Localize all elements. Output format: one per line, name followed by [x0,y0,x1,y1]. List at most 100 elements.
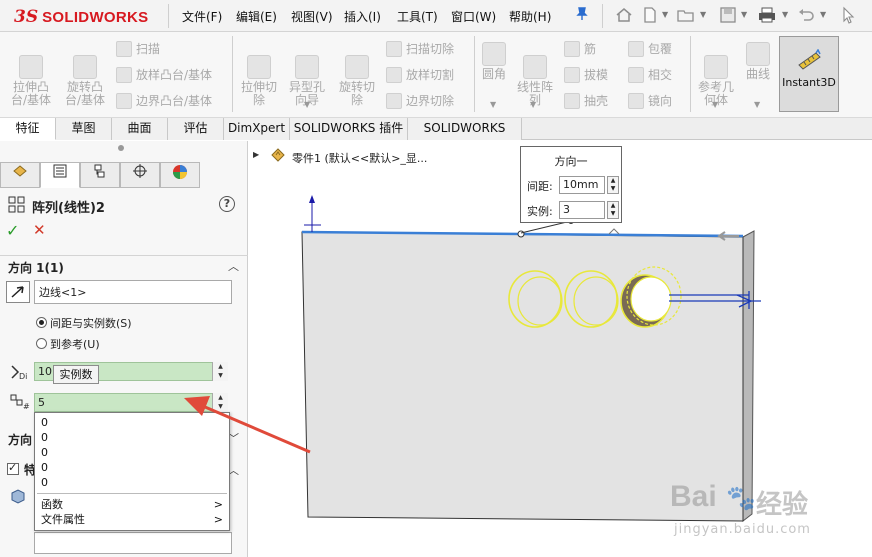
property-manager-tab[interactable] [40,162,80,188]
callout-spacing-spinner[interactable]: ▲ ▼ [607,176,619,194]
menu-edit[interactable]: 编辑(E) [236,8,277,25]
sweep-button[interactable]: 扫描 [116,40,160,57]
draft-icon [564,66,580,83]
ribbon-divider [690,36,691,112]
undo-icon[interactable] [796,6,816,26]
tab-solidworks-addins[interactable]: SOLIDWORKS 插件 [290,118,408,140]
open-folder-icon[interactable] [676,6,696,26]
chevron-down-icon[interactable]: ▼ [741,10,747,19]
extrude-cut-button[interactable]: 拉伸切 除 [236,42,282,107]
display-manager-tab[interactable] [160,162,200,188]
home-icon[interactable] [614,6,634,26]
chevron-down-icon[interactable]: ▼ [754,100,760,109]
loft-cut-button[interactable]: 放样切割 [386,66,454,83]
tab-dimxpert[interactable]: DimXpert [224,118,290,140]
curves-button[interactable]: 曲线 [740,42,776,81]
callout-instances-input[interactable]: 3 [559,201,605,219]
revolve-cut-button[interactable]: 旋转切 除 [334,42,380,107]
draft-button[interactable]: 拔模 [564,66,608,83]
spin-up-icon[interactable]: ▲ [213,362,228,371]
features-list-field[interactable] [34,532,232,554]
chevron-down-icon[interactable]: ▼ [700,10,706,19]
ribbon-divider [232,36,233,112]
configuration-manager-tab[interactable] [80,162,120,188]
spacing-spinner[interactable]: ▲ ▼ [212,362,228,381]
boundary-cut-button[interactable]: 边界切除 [386,92,454,109]
chevron-down-icon[interactable]: ▼ [712,100,718,109]
spin-down-icon[interactable]: ▼ [213,371,228,380]
direction2-header[interactable]: 方向 [8,431,32,448]
chevron-down-icon[interactable]: ▼ [662,10,668,19]
dropdown-file-properties-item[interactable]: 文件属性 > [35,512,229,527]
fillet-button[interactable]: 圆角 [478,42,510,81]
print-icon[interactable] [757,6,777,26]
curves-icon [746,42,770,66]
shell-icon [564,92,580,109]
chevron-down-icon[interactable]: ▼ [304,100,310,109]
sweep-cut-button[interactable]: 扫描切除 [386,40,454,57]
menu-view[interactable]: 视图(V) [291,8,333,25]
hole-wizard-button[interactable]: 异型孔 向导 [284,42,330,107]
chevron-down-icon[interactable]: ▼ [782,10,788,19]
wrap-button[interactable]: 包覆 [628,40,672,57]
loft-boss-button[interactable]: 放样凸台/基体 [116,66,212,83]
intersect-button[interactable]: 相交 [628,66,672,83]
watermark-brand: Bai [670,480,717,513]
tab-features[interactable]: 特征 [0,118,56,140]
annotation-arrow [184,396,311,454]
direction-callout[interactable]: 方向一 间距: 10mm ▲ ▼ 实例: 3 ▲ ▼ [520,146,622,223]
callout-instances-spinner[interactable]: ▲ ▼ [607,201,619,219]
loft-cut-icon [386,66,402,83]
menu-file[interactable]: 文件(F) [182,8,222,25]
dropdown-value-item[interactable]: 0 [35,475,229,490]
command-tabs: 特征 草图 曲面 评估 DimXpert SOLIDWORKS 插件 SOLID… [0,118,872,156]
feature-manager-tab[interactable] [0,162,40,188]
chevron-down-icon[interactable]: ▼ [820,10,826,19]
reference-geometry-icon [704,55,728,79]
reference-geometry-button[interactable]: 参考几 何体 [694,42,738,107]
extrude-boss-button[interactable]: 拉伸凸 台/基体 [6,42,56,107]
ok-button[interactable]: ✓ [6,221,19,240]
menu-bar: 3S SOLIDWORKS 文件(F) 编辑(E) 视图(V) 插入(I) 工具… [0,0,872,32]
spacing-instances-radio[interactable]: 间距与实例数(S) [36,315,132,331]
callout-spacing-input[interactable]: 10mm [559,176,605,194]
revolve-boss-button[interactable]: 旋转凸 台/基体 [60,42,110,107]
instant3d-button[interactable]: Instant3D [779,36,839,112]
solidworks-logo[interactable]: 3S SOLIDWORKS [14,6,148,28]
baidu-watermark: Bai 🐾 经验 jingyan.baidu.com [670,480,860,550]
tab-solidworks-mbd[interactable]: SOLIDWORKS MBD [408,118,522,156]
features-checkbox[interactable] [7,461,19,475]
cancel-button[interactable]: ✕ [33,221,46,239]
save-icon[interactable] [718,6,738,26]
help-icon[interactable]: ? [219,196,235,212]
direction-edge-field[interactable]: 边线<1> [34,280,232,304]
direction-reverse-button[interactable] [6,281,30,303]
menu-help[interactable]: 帮助(H) [509,8,551,25]
panel-splitter-handle[interactable] [118,145,124,151]
direction1-header[interactable]: 方向 1(1) [8,259,64,276]
dropdown-functions-item[interactable]: 函数 > [35,497,229,512]
chevron-down-icon[interactable]: ▼ [490,100,496,109]
chevron-down-icon[interactable]: ▼ [530,100,536,109]
shell-button[interactable]: 抽壳 [564,92,608,109]
menu-tools[interactable]: 工具(T) [397,8,438,25]
edge-marker [608,228,620,235]
linear-pattern-button[interactable]: 线性阵 列 [512,42,558,107]
pin-icon[interactable] [572,6,592,26]
dropdown-value-item[interactable]: 0 [35,460,229,475]
menu-insert[interactable]: 插入(I) [344,8,381,25]
rib-button[interactable]: 筋 [564,40,596,57]
menu-window[interactable]: 窗口(W) [451,8,496,25]
boundary-boss-button[interactable]: 边界凸台/基体 [116,92,212,109]
up-to-reference-radio[interactable]: 到参考(U) [36,336,100,352]
tab-surfaces[interactable]: 曲面 [112,118,168,140]
collapse-icon[interactable]: ︿ [228,258,239,274]
section-divider [0,255,248,256]
tab-evaluate[interactable]: 评估 [168,118,224,140]
mirror-button[interactable]: 镜向 [628,92,672,109]
select-arrow-icon[interactable] [838,6,858,26]
callout-title: 方向一 [554,155,588,168]
new-document-icon[interactable] [640,6,660,26]
tab-sketch[interactable]: 草图 [56,118,112,140]
dimxpert-manager-tab[interactable] [120,162,160,188]
